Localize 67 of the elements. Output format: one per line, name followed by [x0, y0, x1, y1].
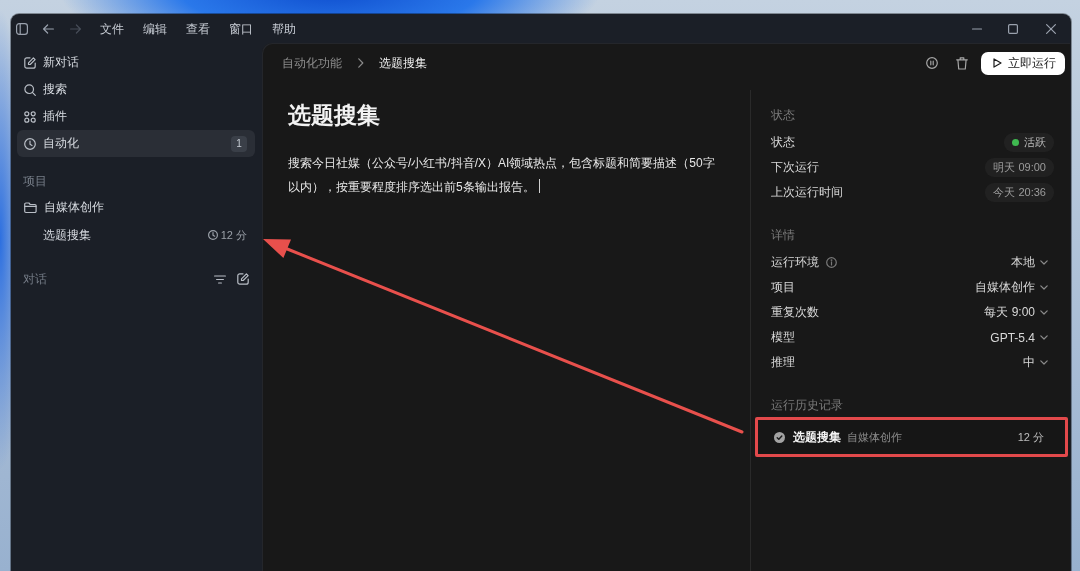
breadcrumb-link[interactable]: 自动化功能 [282, 54, 342, 72]
info-icon[interactable] [826, 257, 837, 268]
search-icon [24, 83, 36, 96]
task-item[interactable]: 选题搜集 12 分 [17, 221, 255, 249]
field-label: 模型 [771, 329, 795, 346]
close-icon[interactable] [1046, 23, 1056, 34]
nav-item[interactable]: 新对话 [17, 49, 255, 76]
menu-item[interactable]: 帮助 [272, 20, 296, 37]
field-label: 重复次数 [771, 304, 819, 321]
project-item[interactable]: 自媒体创作 [17, 193, 255, 221]
menu-item[interactable]: 窗口 [229, 20, 253, 37]
clock-icon [207, 230, 218, 240]
field-label: 状态 [771, 134, 795, 151]
history-title: 选题搜集 [793, 428, 841, 446]
count-badge: 1 [231, 135, 247, 152]
chevron-down-icon [1040, 335, 1048, 340]
back-arrow-icon[interactable] [43, 23, 54, 34]
dots-grid-icon [24, 110, 36, 123]
nav-item[interactable]: 搜索 [17, 76, 255, 103]
status-dot-icon [1012, 139, 1019, 146]
prompt-field[interactable]: 搜索今日社媒（公众号/小红书/抖音/X）AI领域热点，包含标题和简要描述（50字以内），按重要程度排序选出前5条输出报告。 [288, 151, 718, 199]
nav-item[interactable]: 插件 [17, 103, 255, 130]
chevron-down-icon [1040, 260, 1048, 265]
time-pill: 今天 20:36 [985, 183, 1054, 202]
clock-icon [24, 137, 36, 150]
folder-icon [24, 201, 37, 213]
select-dropdown[interactable]: 每天 9:00 [984, 304, 1054, 321]
chevron-down-icon [1040, 285, 1048, 290]
field-label: 上次运行时间 [771, 184, 843, 201]
section-title: 对话 [23, 270, 47, 288]
check-circle-icon [774, 431, 785, 443]
edit-icon [24, 56, 36, 69]
section-title: 运行历史记录 [771, 397, 844, 414]
history-time: 12 分 [1017, 429, 1044, 445]
select-dropdown[interactable]: GPT-5.4 [990, 330, 1054, 345]
chevron-right-icon [358, 58, 364, 68]
nav-item[interactable]: 自动化 1 [17, 130, 255, 157]
task-title: 选题搜集 [288, 101, 381, 130]
section-title: 详情 [771, 227, 796, 244]
history-project: 自媒体创作 [847, 429, 902, 445]
pause-icon[interactable] [926, 57, 938, 69]
text-cursor-icon [538, 179, 540, 193]
menu-item[interactable]: 查看 [186, 20, 210, 37]
select-dropdown[interactable]: 中 [1023, 354, 1054, 371]
section-title: 项目 [23, 172, 47, 190]
field-label: 运行环境 [771, 254, 819, 271]
edit-icon[interactable] [237, 273, 249, 285]
menu-item[interactable]: 编辑 [143, 20, 167, 37]
field-label: 下次运行 [771, 159, 819, 176]
run-time: 12 分 [220, 227, 247, 243]
status-text: 活跃 [1024, 135, 1046, 150]
chevron-down-icon [1040, 360, 1048, 365]
time-pill: 明天 09:00 [985, 158, 1054, 177]
select-dropdown[interactable]: 自媒体创作 [975, 279, 1054, 296]
chevron-down-icon [1040, 310, 1048, 315]
filter-icon[interactable] [214, 274, 226, 284]
field-label: 项目 [771, 279, 795, 296]
sidebar-icon[interactable] [16, 22, 28, 35]
run-button[interactable]: 立即运行 [981, 51, 1065, 75]
field-label: 推理 [771, 354, 795, 371]
breadcrumb-current: 选题搜集 [379, 54, 427, 72]
maximize-icon[interactable] [1008, 23, 1018, 34]
trash-icon[interactable] [956, 56, 968, 70]
select-dropdown[interactable]: 本地 [1011, 254, 1054, 271]
play-icon [993, 58, 1002, 68]
menu-item[interactable]: 文件 [100, 20, 124, 37]
section-title: 状态 [771, 107, 796, 124]
